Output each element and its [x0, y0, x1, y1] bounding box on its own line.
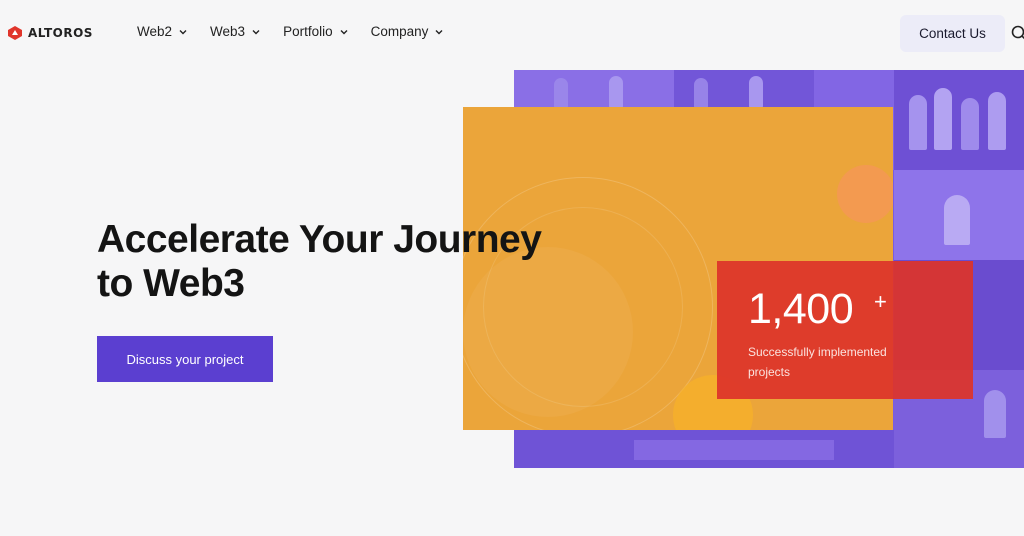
- nav-item-label: Web3: [210, 24, 246, 39]
- stat-label: Successfully implemented projects: [748, 345, 887, 379]
- search-icon[interactable]: [1011, 25, 1024, 41]
- chevron-down-icon: [435, 29, 443, 34]
- brand-logo[interactable]: ALTOROS: [7, 25, 93, 41]
- stat-card: 1,400 + Successfully implemented project…: [717, 261, 973, 399]
- contact-us-button[interactable]: Contact Us: [900, 15, 1005, 52]
- top-nav: ALTOROS Web2 Web3 Portfolio Company Cont…: [0, 0, 1024, 68]
- discuss-project-button[interactable]: Discuss your project: [97, 336, 273, 382]
- brand-name: ALTOROS: [28, 26, 93, 40]
- nav-item-portfolio[interactable]: Portfolio: [283, 24, 349, 39]
- chevron-down-icon: [252, 29, 260, 34]
- nav-item-label: Portfolio: [283, 24, 333, 39]
- chevron-down-icon: [340, 29, 348, 34]
- nav-item-company[interactable]: Company: [371, 24, 445, 39]
- hero-headline-line2: to Web3: [97, 262, 245, 305]
- nav-item-label: Web2: [137, 24, 173, 39]
- nav-item-web2[interactable]: Web2: [137, 24, 188, 39]
- altoros-logo-icon: [8, 26, 22, 40]
- nav-item-label: Company: [370, 24, 429, 39]
- stat-value: 1,400: [748, 285, 854, 333]
- page: ALTOROS Web2 Web3 Portfolio Company Cont…: [0, 0, 1024, 536]
- hero-headline: Accelerate Your Journey to Web3: [97, 218, 617, 306]
- nav-item-web3[interactable]: Web3: [210, 24, 261, 39]
- hero-headline-line1: Accelerate Your Journey: [97, 218, 542, 261]
- nav-menu: Web2 Web3 Portfolio Company: [137, 24, 466, 39]
- chevron-down-icon: [179, 29, 187, 34]
- stat-suffix: +: [874, 289, 887, 314]
